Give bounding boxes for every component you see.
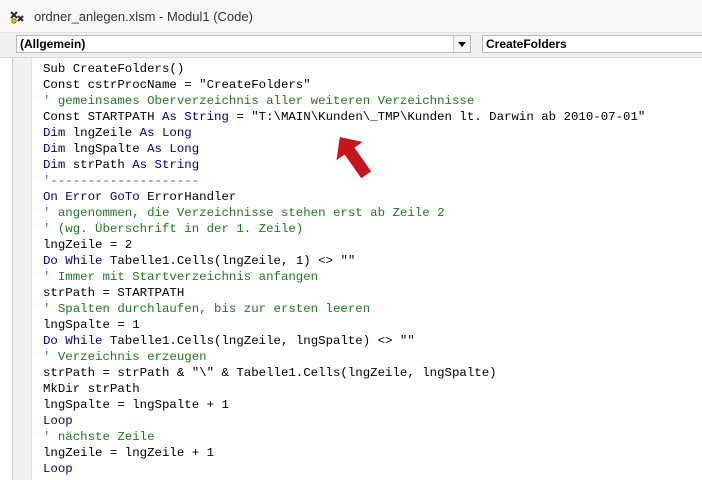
object-combo-value: (Allgemein) xyxy=(20,37,86,51)
code-line[interactable]: ' nächste Zeile xyxy=(43,429,645,445)
code-token: MkDir strPath xyxy=(43,382,140,396)
code-token: strPath = strPath & "\" & Tabelle1.Cells… xyxy=(43,366,497,380)
code-keyword: Long xyxy=(161,126,192,140)
chevron-down-icon[interactable] xyxy=(453,36,470,52)
code-line[interactable]: Const cstrProcName = "CreateFolders" xyxy=(43,77,645,93)
code-keyword: Long xyxy=(169,142,200,156)
code-comment: ' Immer mit Startverzeichnis anfangen xyxy=(43,270,319,284)
code-token: lngSpalte = 1 xyxy=(43,318,140,332)
code-token: Sub CreateFolders() xyxy=(43,62,185,76)
code-token: strPath = STARTPATH xyxy=(43,286,185,300)
window-title: ordner_anlegen.xlsm - Modul1 (Code) xyxy=(34,9,253,24)
code-comment: '-------------------- xyxy=(43,174,200,188)
code-window-toolbar: (Allgemein) CreateFolders xyxy=(0,33,702,58)
code-keyword: Dim xyxy=(43,142,66,156)
vba-code-icon xyxy=(10,11,24,24)
code-token: strPath xyxy=(65,158,133,172)
code-editor[interactable]: Sub CreateFolders() Const cstrProcName = … xyxy=(12,58,702,480)
code-token: lngSpalte = lngSpalte + 1 xyxy=(43,398,229,412)
code-keyword: Do While xyxy=(43,334,103,348)
code-keyword: Loop xyxy=(43,462,73,476)
code-comment: ' gemeinsames Oberverzeichnis aller weit… xyxy=(43,94,475,108)
code-line[interactable]: ' Spalten durchlaufen, bis zur ersten le… xyxy=(43,301,645,317)
code-comment: ' nächste Zeile xyxy=(43,430,155,444)
code-keyword: Loop xyxy=(43,414,73,428)
code-text[interactable]: Sub CreateFolders() Const cstrProcName = … xyxy=(43,61,645,477)
code-keyword: String xyxy=(184,110,229,124)
code-keyword: Do While xyxy=(43,254,103,268)
code-token: = "T:\MAIN\Kunden\_TMP\Kunden lt. Darwin… xyxy=(228,110,646,124)
red-arrow-annotation xyxy=(336,137,372,179)
code-line[interactable]: lngZeile = 2 xyxy=(43,237,645,253)
code-comment: ' angenommen, die Verzeichnisse stehen e… xyxy=(43,206,445,220)
code-line[interactable]: strPath = strPath & "\" & Tabelle1.Cells… xyxy=(43,365,645,381)
margin-indicator-bar[interactable] xyxy=(13,58,32,480)
code-line[interactable]: Loop xyxy=(43,413,645,429)
code-keyword: As xyxy=(161,110,177,124)
procedure-combo[interactable]: CreateFolders xyxy=(482,35,702,53)
code-line[interactable]: ' gemeinsames Oberverzeichnis aller weit… xyxy=(43,93,645,109)
code-line[interactable]: ' Verzeichnis erzeugen xyxy=(43,349,645,365)
code-token: Tabelle1.Cells(lngZeile, lngSpalte) <> "… xyxy=(102,334,415,348)
code-keyword: As xyxy=(139,126,155,140)
object-combo[interactable]: (Allgemein) xyxy=(16,35,471,53)
code-comment: ' Spalten durchlaufen, bis zur ersten le… xyxy=(43,302,371,316)
code-token: Const STARTPATH xyxy=(43,110,162,124)
code-line[interactable]: Loop xyxy=(43,461,645,477)
code-line[interactable]: lngZeile = lngZeile + 1 xyxy=(43,445,645,461)
code-token: lngZeile xyxy=(65,126,140,140)
code-line[interactable]: lngSpalte = 1 xyxy=(43,317,645,333)
code-line[interactable]: Const STARTPATH As String = "T:\MAIN\Kun… xyxy=(43,109,645,125)
code-keyword: Dim xyxy=(43,158,66,172)
code-keyword: String xyxy=(154,158,200,172)
code-line[interactable]: MkDir strPath xyxy=(43,381,645,397)
code-line[interactable]: strPath = STARTPATH xyxy=(43,285,645,301)
code-line[interactable]: ' Immer mit Startverzeichnis anfangen xyxy=(43,269,645,285)
code-token: lngZeile = 2 xyxy=(43,238,133,252)
procedure-combo-value: CreateFolders xyxy=(486,37,567,51)
code-line[interactable]: Sub CreateFolders() xyxy=(43,61,645,77)
code-token: ErrorHandler xyxy=(139,190,237,204)
code-line[interactable]: On Error GoTo ErrorHandler xyxy=(43,189,645,205)
window-titlebar: ordner_anlegen.xlsm - Modul1 (Code) xyxy=(0,0,702,33)
code-token: lngSpalte xyxy=(65,142,148,156)
code-line[interactable]: Do While Tabelle1.Cells(lngZeile, 1) <> … xyxy=(43,253,645,269)
code-keyword: As xyxy=(147,142,162,156)
code-keyword: As xyxy=(132,158,148,172)
code-token: lngZeile = lngZeile + 1 xyxy=(43,446,215,460)
code-line[interactable]: ' angenommen, die Verzeichnisse stehen e… xyxy=(43,205,645,221)
code-comment: ' Verzeichnis erzeugen xyxy=(43,350,207,364)
code-keyword: Dim xyxy=(43,126,66,140)
code-comment: ' (wg. Überschrift in der 1. Zeile) xyxy=(43,222,304,236)
code-line[interactable]: lngSpalte = lngSpalte + 1 xyxy=(43,397,645,413)
code-token: Const cstrProcName = "CreateFolders" xyxy=(43,78,311,92)
code-keyword: On Error GoTo xyxy=(43,190,140,204)
code-token: Tabelle1.Cells(lngZeile, 1) <> "" xyxy=(102,254,356,268)
code-line[interactable]: Do While Tabelle1.Cells(lngZeile, lngSpa… xyxy=(43,333,645,349)
code-line[interactable]: ' (wg. Überschrift in der 1. Zeile) xyxy=(43,221,645,237)
